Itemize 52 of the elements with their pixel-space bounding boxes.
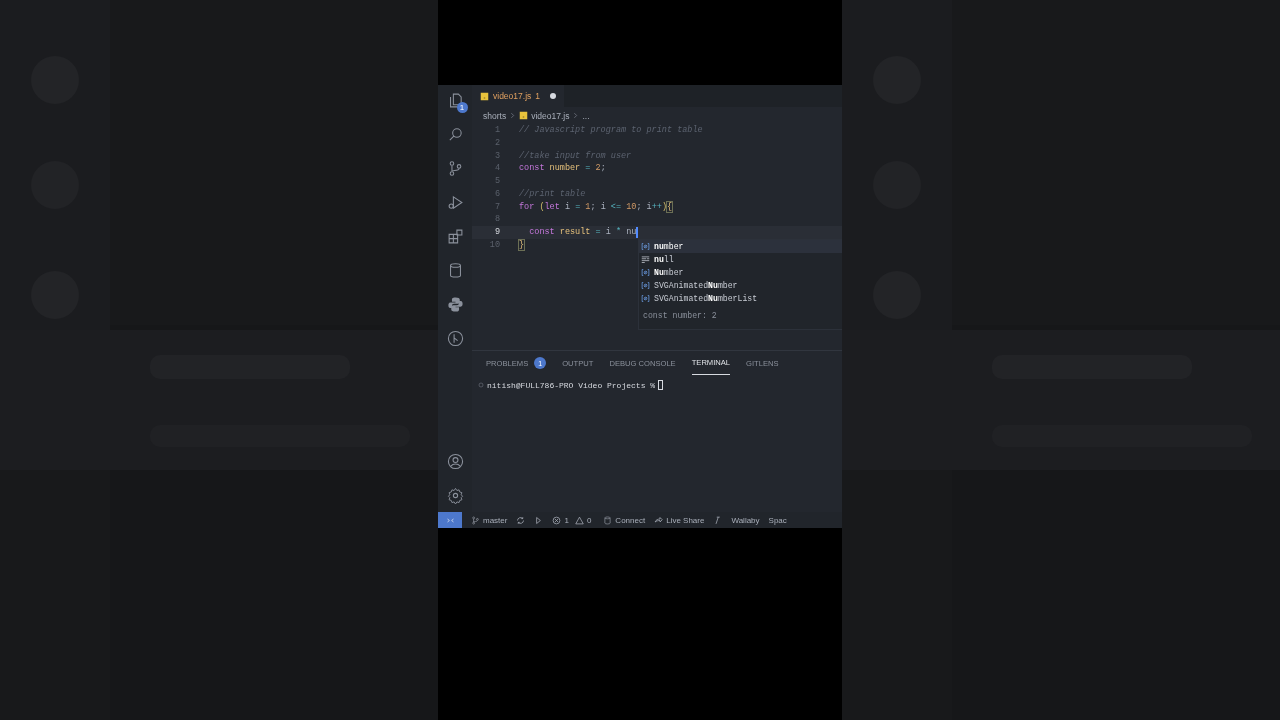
- code-line: // Javascript program to print table: [519, 124, 703, 137]
- error-icon: [552, 515, 562, 525]
- blocks-icon[interactable]: [446, 228, 464, 245]
- problem-count: 1: [535, 91, 540, 101]
- code-line: }: [519, 238, 525, 252]
- graph-icon[interactable]: [446, 330, 464, 347]
- count-badge: 1: [456, 102, 468, 113]
- database-icon: [603, 515, 613, 525]
- editor-tab[interactable]: video17.js 1: [472, 85, 564, 107]
- chevron-icon: [572, 112, 580, 119]
- suggestion-item[interactable]: SVGAnimatedNumber: [639, 279, 842, 292]
- code-line: const result = i * nu: [528, 226, 637, 239]
- branch-icon: [471, 515, 480, 525]
- status-circle-icon: [478, 382, 484, 388]
- share-arrow-icon: [654, 515, 664, 525]
- text-cursor: [636, 227, 638, 238]
- suggestion-item[interactable]: Number: [639, 266, 842, 279]
- terminal-cursor: [658, 380, 664, 390]
- sync-icon[interactable]: [516, 515, 526, 525]
- line-number: 10: [488, 238, 500, 252]
- play-bug-icon[interactable]: [446, 194, 464, 211]
- suggestion-item[interactable]: number: [639, 240, 842, 253]
- tab-title: video17.js: [493, 91, 532, 101]
- python-icon[interactable]: [446, 296, 464, 313]
- variable-icon: [641, 281, 650, 290]
- breadcrumb-item[interactable]: ...: [582, 110, 590, 121]
- chevron-icon: [509, 112, 517, 119]
- keyword-icon: [641, 255, 650, 264]
- settings-icon[interactable]: [446, 487, 464, 504]
- file-icon: [480, 91, 489, 101]
- suggestion-detail: const number: 2: [642, 310, 718, 322]
- variable-icon: [641, 242, 650, 251]
- file-icon: [519, 111, 529, 120]
- account-icon[interactable]: [446, 453, 464, 470]
- code-line: for (let i = 1; i <= 10; i++){: [519, 200, 673, 214]
- breadcrumb-item[interactable]: shorts: [483, 110, 507, 121]
- warning-icon: [574, 515, 584, 525]
- code-line: const number = 2;: [519, 162, 606, 175]
- suggestion-item[interactable]: null: [639, 253, 842, 266]
- breadcrumb-item[interactable]: video17.js: [531, 110, 570, 121]
- terminal-prompt: nitish@FULL786-PRO Video Projects %: [487, 380, 656, 390]
- line-number: 9: [493, 226, 500, 239]
- code-line: //print table: [519, 187, 586, 201]
- status-item[interactable]: Spac: [768, 515, 787, 525]
- status-item[interactable]: Wallaby: [731, 515, 760, 525]
- status-item[interactable]: Connect: [603, 515, 646, 525]
- variable-icon: [641, 268, 650, 277]
- problems-indicator[interactable]: 1 0: [552, 515, 595, 525]
- suggestion-item[interactable]: SVGAnimatedNumberList: [639, 292, 842, 305]
- status-item[interactable]: Live Share: [654, 515, 705, 525]
- status-item[interactable]: master: [471, 515, 508, 525]
- variable-icon: [641, 294, 650, 303]
